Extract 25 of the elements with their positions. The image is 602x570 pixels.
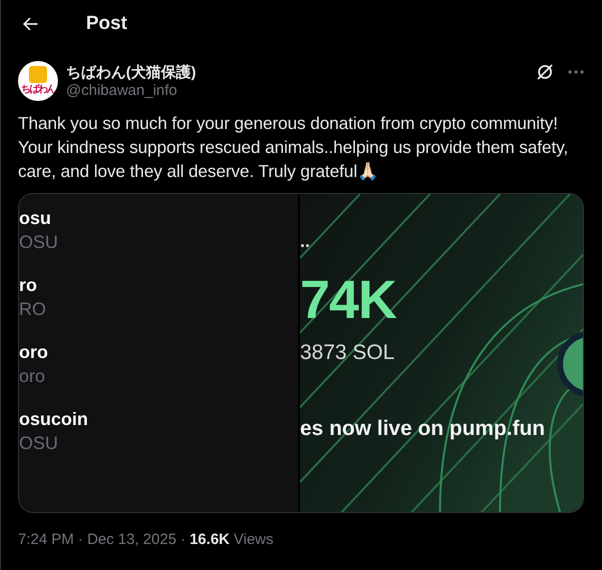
more-button[interactable]: [568, 70, 584, 74]
avatar-label: ちばわん: [21, 84, 55, 95]
avatar[interactable]: ちばわん: [18, 61, 58, 101]
token-ticker: OSU: [19, 232, 60, 252]
views-label: Views: [234, 531, 274, 548]
author-name[interactable]: ちばわん(犬猫保護): [66, 63, 528, 82]
sol-amount: 3873 SOL: [300, 341, 396, 365]
post-text: Thank you so much for your generous donation from crypto community! Your kindness supports rescued animals..helping us provide them safety, care, and love they all deserve. Truly grateful🙏🏻: [18, 112, 570, 183]
views-count: 16.6K: [190, 531, 230, 548]
avatar-logo-icon: [29, 66, 47, 83]
token-ticker: oro: [19, 366, 46, 386]
token-ticker: OSU: [19, 433, 60, 453]
token-name: osu: [19, 208, 52, 228]
ellipsis-text: ..: [300, 232, 312, 250]
caption-text: es now live on pump.fun: [300, 417, 546, 441]
author-handle[interactable]: @chibawan_info: [66, 82, 528, 99]
post-image[interactable]: osu OSU ro RO oro oro osucoin OSU .. 74K 3873 SOL es now live on pump.fun: [18, 193, 584, 513]
amount-text: 74K: [300, 272, 398, 328]
token-ticker: RO: [19, 299, 47, 319]
token-name: oro: [19, 342, 49, 362]
token-name: osucoin: [19, 409, 90, 429]
token-name: ro: [19, 275, 38, 295]
slashed-circle-button[interactable]: [536, 63, 554, 81]
post-timestamp[interactable]: 7:24 PM · Dec 13, 2025 ·: [18, 531, 186, 548]
page-title: Post: [86, 12, 128, 34]
